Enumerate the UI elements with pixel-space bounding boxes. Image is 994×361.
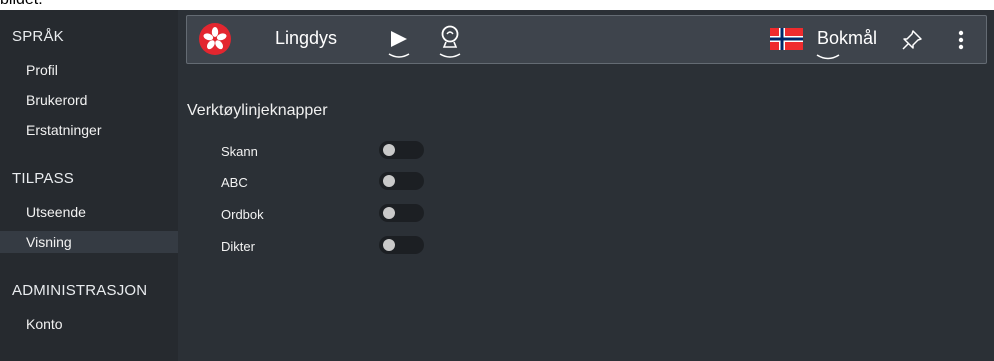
app-window: SPRÅK Profil Brukerord Erstatninger TILP…: [0, 10, 994, 361]
voice-bubble-icon: [439, 25, 461, 58]
toggle-knob: [383, 175, 395, 187]
option-label-dikter: Dikter: [221, 239, 255, 254]
lingdys-toolbar: Lingdys Bokmål: [186, 15, 987, 64]
pin-button[interactable]: [900, 28, 924, 52]
section-title-tilpass: TILPASS: [12, 170, 74, 187]
option-label-ordbok: Ordbok: [221, 207, 264, 222]
play-icon: [388, 31, 410, 58]
option-label-skann: Skann: [221, 144, 258, 159]
more-menu-button[interactable]: [955, 28, 967, 52]
toggle-ordbok[interactable]: [379, 204, 424, 222]
sidebar-item-erstatninger[interactable]: Erstatninger: [0, 119, 178, 141]
toggle-abc[interactable]: [379, 172, 424, 190]
language-label: Bokmål: [817, 28, 878, 48]
toggle-knob: [383, 144, 395, 156]
sidebar-item-brukerord[interactable]: Brukerord: [0, 89, 178, 111]
toggle-knob: [383, 239, 395, 251]
voice-button[interactable]: [438, 24, 462, 60]
sidebar-item-visning[interactable]: Visning: [0, 231, 178, 253]
sidebar: SPRÅK Profil Brukerord Erstatninger TILP…: [0, 10, 178, 361]
lingdys-logo-icon[interactable]: [199, 23, 231, 55]
toggle-dikter[interactable]: [379, 236, 424, 254]
option-label-abc: ABC: [221, 175, 248, 190]
pin-icon: [902, 30, 922, 50]
kebab-menu-icon: [958, 30, 964, 50]
sidebar-item-utseende[interactable]: Utseende: [0, 201, 178, 223]
sidebar-item-konto[interactable]: Konto: [0, 313, 178, 335]
toggle-knob: [383, 207, 395, 219]
section-title-administrasjon: ADMINISTRASJON: [12, 282, 148, 299]
cropped-text: bildet.: [0, 0, 43, 9]
chevron-down-icon: [816, 54, 840, 60]
play-button[interactable]: [387, 28, 411, 60]
section-title-sprak: SPRÅK: [12, 28, 64, 45]
cropped-text-strip: bildet.: [0, 0, 994, 10]
app-name: Lingdys: [275, 28, 338, 48]
sidebar-item-profil[interactable]: Profil: [0, 59, 178, 81]
norway-flag-icon: [770, 28, 803, 50]
toggle-skann[interactable]: [379, 141, 424, 159]
page-title: Verktøylinjeknapper: [187, 102, 328, 119]
